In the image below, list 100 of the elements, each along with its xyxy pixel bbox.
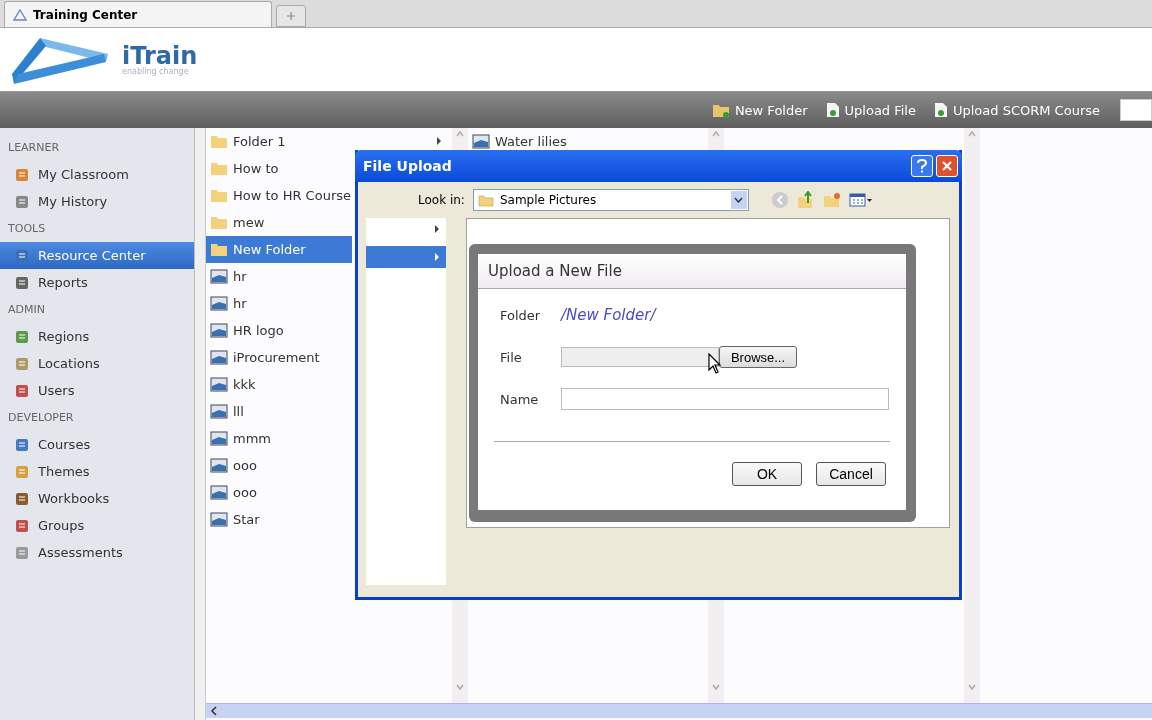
folder-icon [477,193,494,207]
chevron-left-icon[interactable] [210,706,218,716]
sidebar-item[interactable]: Regions [0,323,194,350]
back-icon[interactable] [770,191,789,209]
file-icon [934,102,948,118]
upload-button[interactable]: Upload SCORM Course [930,102,1104,118]
section-heading: DEVELOPER [7,409,75,426]
sidebar-item[interactable]: My Classroom [0,161,194,188]
image-icon [210,512,228,527]
sidebar-item[interactable]: Resource Center [0,242,194,269]
sidebar-item[interactable]: Themes [0,458,194,485]
sidebar-item[interactable]: Courses [0,431,194,458]
image-icon [210,485,228,500]
scrollbar[interactable] [964,128,980,703]
browser-tab[interactable]: Training Center [4,1,272,27]
app-icon [14,193,30,210]
folder-icon [210,134,228,149]
expand-arrow-icon [434,253,440,261]
upload-button[interactable]: Upload File [821,102,920,118]
image-icon [210,296,228,311]
image-icon [210,404,228,419]
app-icon [14,382,30,399]
app-icon [14,490,30,507]
folder-list-item[interactable]: HR logo [206,317,352,344]
new-folder-icon[interactable] [822,192,841,208]
brand-tagline: enabling change [122,67,190,76]
dialog-title: File Upload [363,158,452,174]
close-icon [941,160,953,172]
chevron-down-icon[interactable] [455,683,465,691]
image-icon [210,458,228,473]
section-heading: TOOLS [7,220,47,237]
image-icon [210,377,228,392]
chevron-down-icon[interactable] [711,683,721,691]
brand-name: iTrain [122,43,198,68]
app-icon [14,328,30,345]
field-label: File [500,349,523,365]
cancel-button[interactable]: Cancel [816,462,886,486]
folder-list-item[interactable]: hr [206,290,352,317]
sidebar-item[interactable]: Assessments [0,539,194,566]
chevron-up-icon[interactable] [711,130,721,138]
folder-list-item[interactable]: ooo [206,452,352,479]
app-icon [14,436,30,453]
app-icon [14,517,30,534]
folder-list-item[interactable]: lll [206,398,352,425]
view-menu-icon[interactable] [848,193,873,207]
image-icon [210,431,228,446]
file-list-item[interactable]: Water lilies [468,128,708,155]
help-button[interactable] [911,155,933,177]
folder-list-item[interactable]: hr [206,263,352,290]
folder-list-item[interactable]: New Folder [206,236,352,263]
sidebar-item[interactable]: Workbooks [0,485,194,512]
cursor-icon [708,353,722,375]
folder-list-item[interactable]: mew [206,209,352,236]
image-icon [472,134,490,149]
chevron-down-icon[interactable] [967,683,977,691]
image-icon [210,350,228,365]
new-tab-button[interactable] [276,5,306,27]
field-label: Name [500,391,540,407]
new-folder-button[interactable]: New Folder [707,102,812,118]
look-in-label: Look in: [418,193,465,207]
folder-list-item[interactable]: mmm [206,425,352,452]
field-label: Folder [500,307,542,323]
folder-list-item[interactable]: Star [206,506,352,533]
app-icon [14,274,30,291]
app-icon [14,355,30,372]
app-icon [14,463,30,480]
folder-icon [210,215,228,230]
expand-arrow-icon [436,137,442,145]
plus-icon [286,11,296,21]
folder-list-item[interactable]: Folder 1 [206,128,452,155]
section-heading: LEARNER [7,139,61,156]
app-icon [14,247,30,264]
image-icon [210,269,228,284]
folder-list-item[interactable]: How to HR Course [206,182,352,209]
file-icon [825,102,840,118]
folder-icon [711,102,730,118]
question-mark-icon [916,159,928,173]
folder-path: /New Folder/ [561,306,656,324]
browse-button[interactable]: Browse... [719,346,797,368]
sidebar-item[interactable]: Users [0,377,194,404]
folder-icon [210,242,228,257]
folder-icon [210,161,228,176]
app-icon [14,544,30,561]
search-field[interactable] [1120,99,1152,121]
chevron-up-icon[interactable] [455,130,465,138]
sidebar-item[interactable]: My History [0,188,194,215]
ok-button[interactable]: OK [732,462,802,486]
folder-list-item[interactable]: ooo [206,479,352,506]
folder-list-item[interactable]: How to [206,155,352,182]
chevron-up-icon[interactable] [967,130,977,138]
up-folder-icon[interactable] [796,191,815,209]
sidebar-item[interactable]: Groups [0,512,194,539]
sidebar-item[interactable]: Reports [0,269,194,296]
close-button[interactable] [936,155,958,177]
folder-list-item[interactable]: kkk [206,371,352,398]
image-icon [210,323,228,338]
triangle-icon [13,8,27,21]
folder-list-item[interactable]: iProcurement [206,344,352,371]
sidebar-item[interactable]: Locations [0,350,194,377]
look-in-dropdown[interactable]: Sample Pictures [472,189,749,211]
